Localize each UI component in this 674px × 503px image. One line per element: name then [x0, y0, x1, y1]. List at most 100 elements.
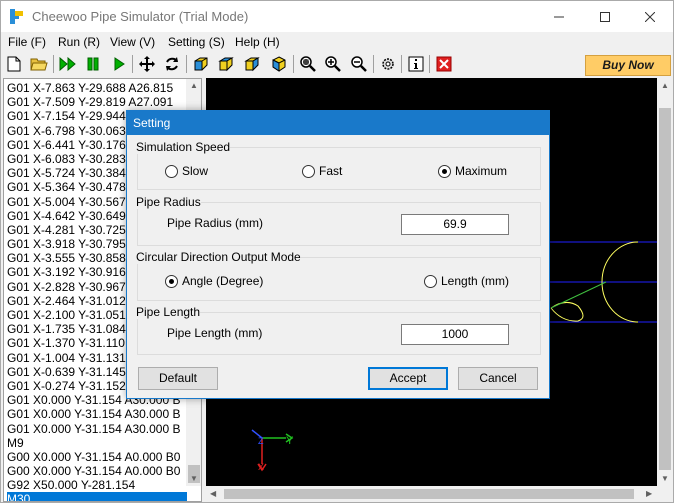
scroll-right-icon[interactable]: ▶ [646, 489, 652, 498]
circ-group-label: Circular Direction Output Mode [136, 250, 301, 264]
toolbar-separator [373, 55, 374, 73]
canvas-vscrollbar[interactable]: ▲ ▼ [657, 78, 673, 486]
run-all-icon [59, 57, 76, 71]
radius-group-label: Pipe Radius [136, 195, 201, 209]
play-button[interactable] [109, 54, 129, 74]
buy-now-button[interactable]: Buy Now [585, 55, 671, 76]
menu-help[interactable]: Help (H) [235, 35, 280, 49]
minimize-icon [554, 16, 564, 17]
gcode-line[interactable]: G01 X0.000 Y-31.154 A30.000 B [7, 407, 187, 421]
gcode-line[interactable]: G00 X0.000 Y-31.154 A0.000 B0 [7, 464, 187, 478]
run-all-button[interactable] [58, 54, 78, 74]
exit-button[interactable] [434, 54, 454, 74]
move-button[interactable] [137, 54, 157, 74]
close-button[interactable] [627, 1, 673, 32]
dialog-title-bar[interactable]: Setting [127, 111, 549, 135]
gcode-line[interactable]: G00 X0.000 Y-31.154 A0.000 B0 [7, 450, 187, 464]
length-field-label: Pipe Length (mm) [167, 326, 263, 340]
canvas-hscrollbar[interactable]: ◀ ▶ [206, 486, 657, 502]
view-top-button[interactable] [216, 54, 236, 74]
toolbar-separator [186, 55, 187, 73]
gcode-line[interactable]: M9 [7, 436, 187, 450]
view-iso-button[interactable] [269, 54, 289, 74]
length-group-label: Pipe Length [136, 305, 201, 319]
rotate-button[interactable] [162, 54, 182, 74]
cancel-button[interactable]: Cancel [458, 367, 538, 390]
speed-group-label: Simulation Speed [136, 140, 231, 154]
zoom-in-button[interactable] [323, 54, 343, 74]
pause-button[interactable] [83, 54, 103, 74]
pipe-length-input[interactable]: 1000 [401, 324, 509, 345]
axis-x-label: X [258, 462, 264, 472]
radio-icon [165, 164, 178, 178]
toolbar-separator [293, 55, 294, 73]
speed-maximum-radio[interactable]: Maximum [438, 164, 507, 178]
scroll-up-icon[interactable]: ▲ [661, 81, 669, 90]
scroll-left-icon[interactable]: ◀ [210, 489, 216, 498]
radio-icon [424, 274, 437, 288]
view-side-button[interactable] [242, 54, 262, 74]
cube-side-icon [244, 57, 260, 72]
scroll-down-icon[interactable]: ▼ [190, 474, 198, 483]
new-file-icon [7, 56, 21, 72]
menu-run[interactable]: Run (R) [58, 35, 100, 49]
accept-button[interactable]: Accept [368, 367, 448, 390]
gcode-line[interactable]: M30 [7, 492, 187, 501]
gcode-line[interactable]: G01 X-7.509 Y-29.819 A27.091 [7, 95, 187, 109]
menu-file[interactable]: File (F) [8, 35, 46, 49]
gcode-line[interactable]: G92 X50.000 Y-281.154 [7, 478, 187, 492]
zoom-out-button[interactable] [349, 54, 369, 74]
maximize-icon [600, 11, 610, 22]
scroll-down-icon[interactable]: ▼ [661, 474, 669, 483]
open-folder-icon [30, 58, 48, 71]
app-icon [10, 9, 23, 24]
toolbar-separator [53, 55, 54, 73]
gcode-line[interactable]: G01 X-7.863 Y-29.688 A26.815 [7, 81, 187, 95]
toolbar-separator [132, 55, 133, 73]
menu-view[interactable]: View (V) [110, 35, 155, 49]
default-button[interactable]: Default [138, 367, 218, 390]
info-icon [408, 56, 424, 72]
view-front-button[interactable] [191, 54, 211, 74]
menu-setting[interactable]: Setting (S) [168, 35, 225, 49]
radio-label: Maximum [455, 164, 508, 178]
radio-label: Angle (Degree) [182, 274, 264, 288]
radio-selected-icon [165, 274, 178, 288]
radius-field-label: Pipe Radius (mm) [167, 216, 264, 230]
length-mm-radio[interactable]: Length (mm) [424, 274, 509, 288]
info-button[interactable] [406, 54, 426, 74]
move-icon [139, 56, 155, 72]
pause-icon [87, 57, 99, 71]
gcode-line[interactable]: G01 X0.000 Y-31.154 A30.000 B [7, 422, 187, 436]
open-folder-button[interactable] [29, 54, 49, 74]
scrollbar-thumb[interactable] [659, 108, 671, 470]
speed-fast-radio[interactable]: Fast [302, 164, 342, 178]
new-file-button[interactable] [4, 54, 24, 74]
scrollbar-thumb[interactable] [224, 489, 634, 499]
scroll-up-icon[interactable]: ▲ [190, 81, 198, 90]
menu-bar: File (F) Run (R) View (V) Setting (S) He… [1, 32, 673, 52]
rotate-icon [166, 57, 178, 71]
zoom-in-icon [325, 56, 341, 72]
settings-button[interactable] [378, 54, 398, 74]
title-bar: Cheewoo Pipe Simulator (Trial Mode) [1, 1, 673, 32]
axis-y-label: Y [286, 435, 294, 447]
angle-degree-radio[interactable]: Angle (Degree) [165, 274, 263, 288]
pipe-radius-input[interactable]: 69.9 [401, 214, 509, 235]
zoom-fit-button[interactable] [298, 54, 318, 74]
app-window: Cheewoo Pipe Simulator (Trial Mode) File… [0, 0, 674, 503]
play-icon [114, 57, 125, 71]
cube-front-icon [194, 57, 208, 71]
toolbar-separator [401, 55, 402, 73]
zoom-fit-icon [300, 56, 316, 72]
minimize-button[interactable] [536, 1, 582, 32]
toolbar-separator [429, 55, 430, 73]
close-red-icon [436, 56, 452, 72]
setting-dialog: Setting Simulation Speed Slow Fast Maxim… [126, 110, 550, 399]
window-title: Cheewoo Pipe Simulator (Trial Mode) [32, 9, 249, 24]
radio-icon [302, 164, 315, 178]
speed-slow-radio[interactable]: Slow [165, 164, 208, 178]
radio-label: Fast [319, 164, 343, 178]
maximize-button[interactable] [582, 1, 628, 32]
toolbar [1, 52, 673, 77]
